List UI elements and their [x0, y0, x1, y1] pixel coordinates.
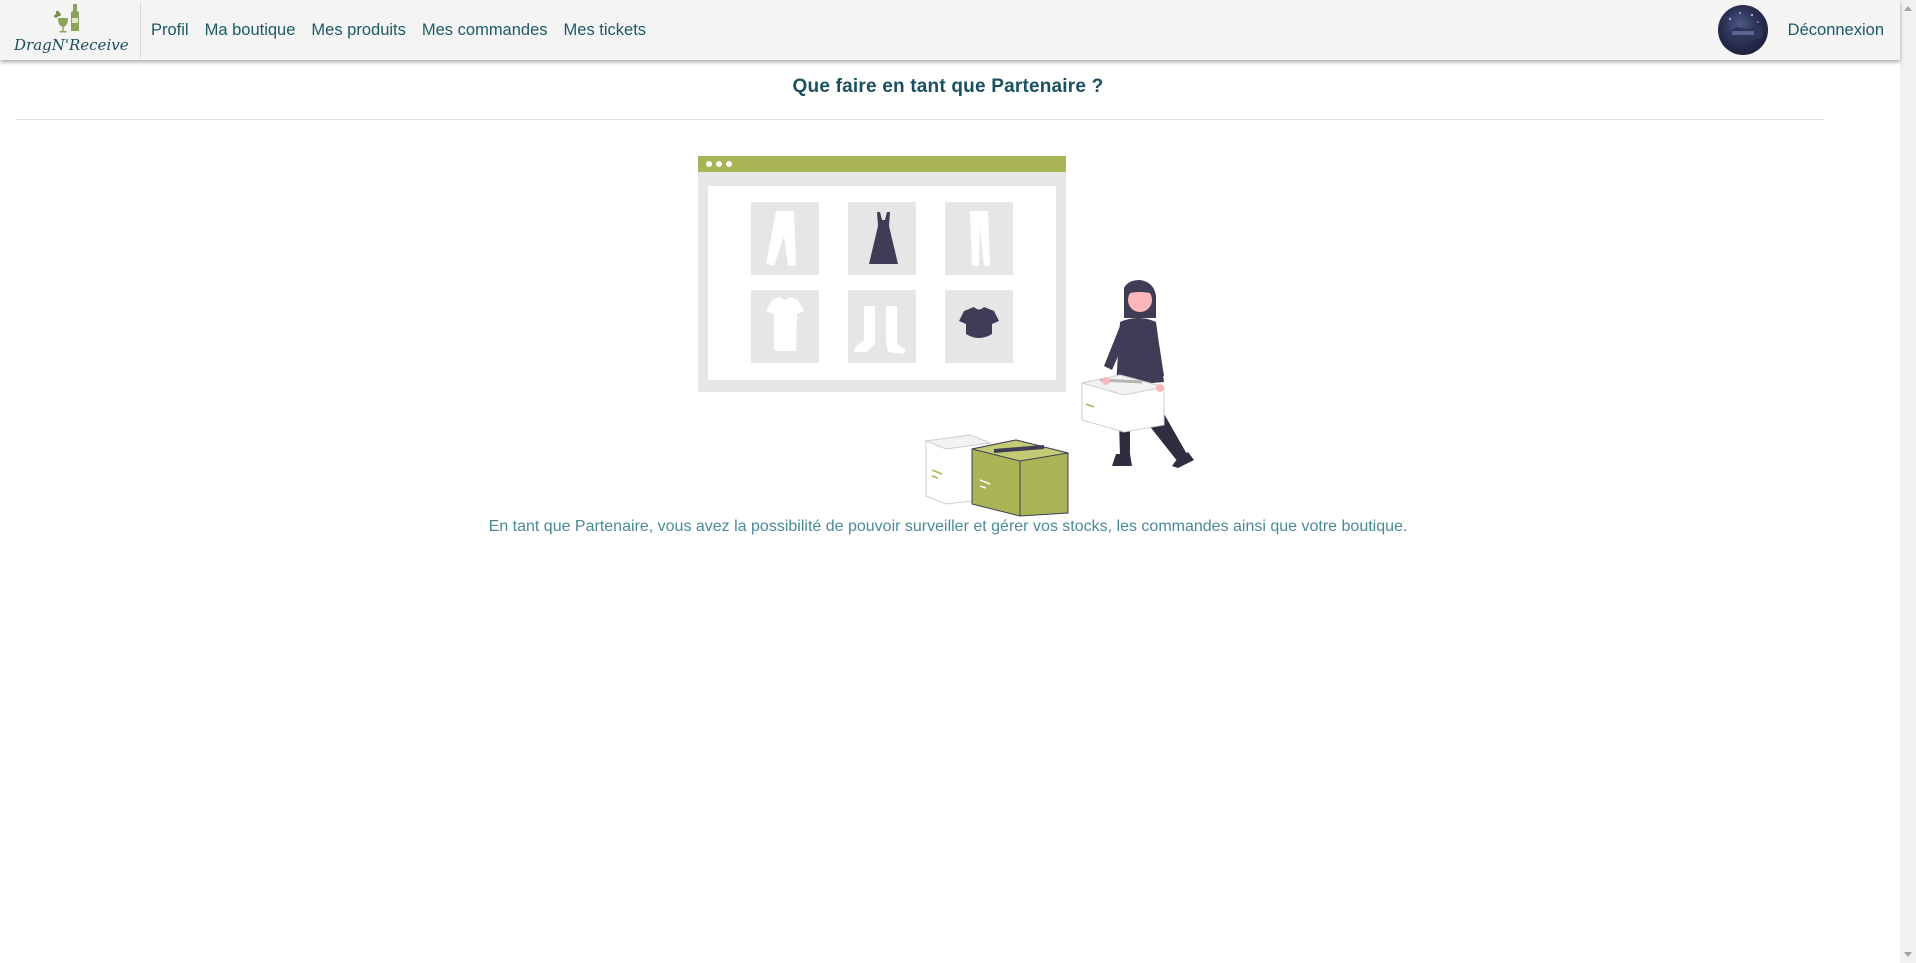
browser-window-graphic: [698, 156, 1066, 392]
user-avatar[interactable]: [1717, 5, 1768, 55]
main-navigation: Profil Ma boutique Mes produits Mes comm…: [143, 21, 654, 40]
page-scrollbar[interactable]: [1900, 0, 1916, 963]
shipping-boxes-graphic: [924, 434, 1069, 517]
partner-shop-illustration: [698, 156, 1194, 517]
scroll-up-arrow-icon[interactable]: [1904, 6, 1912, 11]
scroll-down-arrow-icon[interactable]: [1904, 952, 1912, 957]
nav-link-mes-produits[interactable]: Mes produits: [303, 21, 413, 40]
person-carrying-box-graphic: [1081, 280, 1194, 468]
brand-name: DragN'Receive: [14, 36, 129, 54]
brand-logo[interactable]: DragN'Receive: [14, 2, 141, 58]
partner-description: En tant que Partenaire, vous avez la pos…: [488, 518, 1408, 535]
page-title: Que faire en tant que Partenaire ?: [792, 76, 1104, 97]
avatar-image: [1725, 12, 1764, 41]
nav-link-profil[interactable]: Profil: [143, 21, 197, 40]
navbar-right: Déconnexion: [1717, 0, 1884, 60]
title-divider: [16, 119, 1824, 120]
top-navbar: DragN'Receive Profil Ma boutique Mes pro…: [0, 0, 1900, 60]
logout-link[interactable]: Déconnexion: [1788, 21, 1884, 40]
nav-link-mes-commandes[interactable]: Mes commandes: [414, 21, 556, 40]
nav-link-mes-tickets[interactable]: Mes tickets: [556, 21, 655, 40]
nav-link-ma-boutique[interactable]: Ma boutique: [197, 21, 304, 40]
wine-bottle-logo-icon: [54, 4, 79, 33]
